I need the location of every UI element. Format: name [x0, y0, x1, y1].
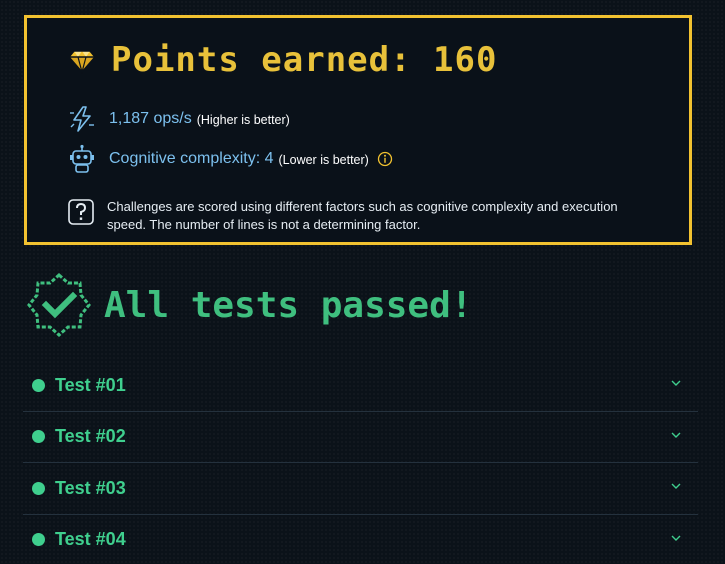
- question-icon: [68, 199, 94, 225]
- points-header: Points earned: 160: [67, 40, 497, 80]
- test-label: Test #04: [55, 529, 126, 550]
- speed-metric: 1,187 ops/s (Higher is better): [67, 104, 290, 134]
- complexity-metric: Cognitive complexity: 4 (Lower is better…: [67, 144, 393, 174]
- chevron-down-icon[interactable]: [670, 480, 682, 492]
- chevron-down-icon[interactable]: [670, 532, 682, 544]
- points-card: Points earned: 160 1,187 ops/s (Higher i…: [24, 15, 692, 245]
- lightning-icon: [67, 104, 97, 134]
- robot-icon: [67, 144, 97, 174]
- complexity-value: Cognitive complexity: 4: [109, 150, 274, 167]
- gem-icon: [68, 50, 96, 75]
- status-dot: [32, 378, 45, 392]
- status-dot: [32, 533, 45, 547]
- chevron-down-icon[interactable]: [670, 377, 682, 389]
- chevron-down-icon[interactable]: [670, 429, 682, 441]
- test-item-01[interactable]: Test #01: [23, 360, 698, 412]
- points-title: Points earned: 160: [111, 40, 498, 80]
- result-title: All tests passed!: [104, 284, 473, 326]
- result-header: All tests passed!: [26, 272, 472, 338]
- info-icon[interactable]: [377, 151, 393, 167]
- speed-note: (Higher is better): [196, 113, 290, 127]
- status-dot: [32, 430, 45, 444]
- test-item-04[interactable]: Test #04: [23, 515, 698, 564]
- test-item-02[interactable]: Test #02: [23, 412, 698, 463]
- test-label: Test #01: [55, 374, 126, 395]
- test-list: Test #01 Test #02 Test #03 Test #04: [23, 360, 698, 564]
- speed-value: 1,187 ops/s: [109, 110, 192, 127]
- test-label: Test #03: [55, 477, 126, 498]
- check-badge-icon: [27, 272, 91, 338]
- scoring-note: Challenges are scored using different fa…: [67, 198, 667, 234]
- status-dot: [32, 481, 45, 495]
- test-label: Test #02: [55, 426, 126, 447]
- complexity-note: (Lower is better): [278, 153, 369, 167]
- scoring-note-text: Challenges are scored using different fa…: [107, 199, 618, 232]
- test-item-03[interactable]: Test #03: [23, 463, 698, 515]
